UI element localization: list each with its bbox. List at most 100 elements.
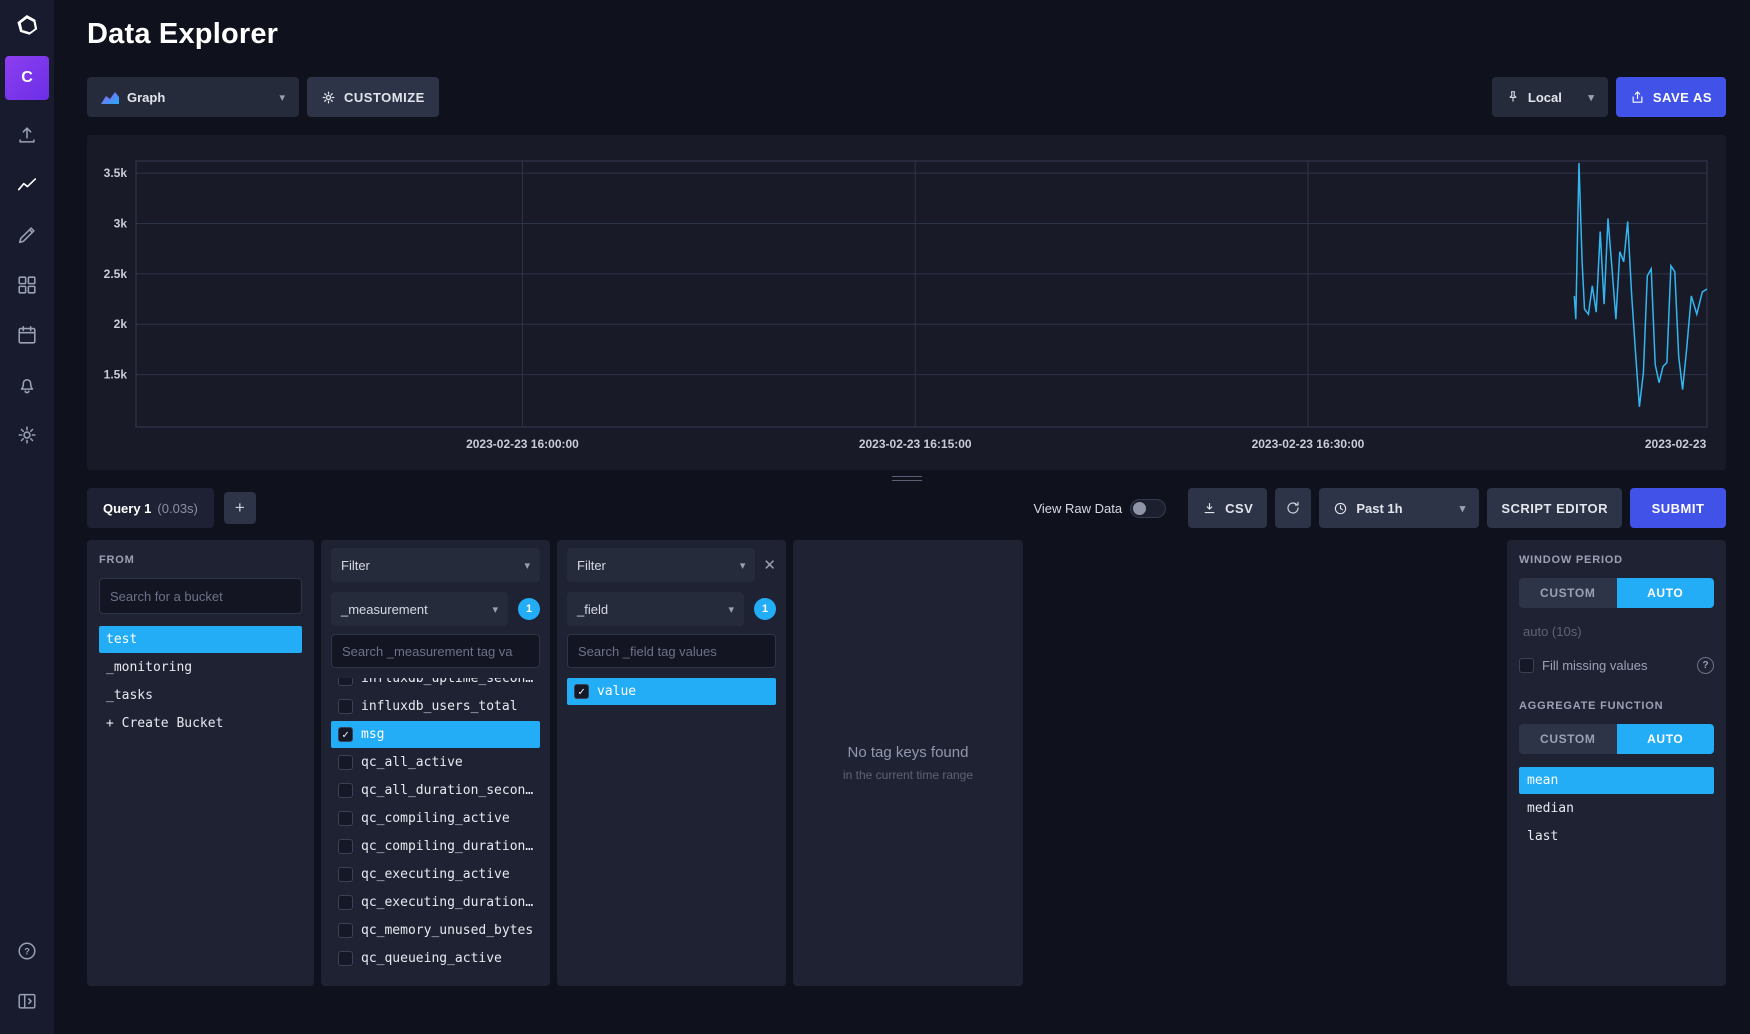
- csv-download-button[interactable]: CSV: [1188, 488, 1267, 528]
- alerts-bell-icon[interactable]: [0, 360, 54, 410]
- item-checkbox[interactable]: [574, 684, 589, 699]
- help-icon[interactable]: ?: [0, 926, 54, 976]
- window-custom-button[interactable]: CUSTOM: [1519, 578, 1617, 608]
- local-dropdown[interactable]: Local ▾: [1492, 77, 1608, 117]
- dashboards-icon[interactable]: [0, 260, 54, 310]
- chevron-down-icon: ▾: [492, 603, 498, 616]
- measurement-item[interactable]: influxdb_uptime_secon…: [331, 678, 540, 692]
- from-panel-title: FROM: [99, 554, 302, 566]
- measurement-item[interactable]: qc_all_duration_secon…: [331, 777, 540, 804]
- aggregate-function-item[interactable]: median: [1519, 795, 1714, 822]
- measurement-list: influxdb_uptime_secon… influxdb_users_tot…: [331, 678, 540, 978]
- item-checkbox[interactable]: [338, 895, 353, 910]
- bucket-search-input[interactable]: [99, 578, 302, 614]
- settings-gear-icon[interactable]: [0, 410, 54, 460]
- bucket-item[interactable]: _tasks: [99, 682, 302, 709]
- query-tab[interactable]: Query 1 (0.03s): [87, 488, 214, 528]
- refresh-button[interactable]: [1275, 488, 1311, 528]
- item-label: qc_queueing_active: [361, 951, 502, 966]
- aggregate-auto-button[interactable]: AUTO: [1617, 724, 1715, 754]
- item-label: last: [1527, 829, 1558, 844]
- chevron-down-icon: ▾: [524, 559, 530, 572]
- nav-sidebar: C ?: [0, 0, 54, 1034]
- measurement-search-input[interactable]: [331, 634, 540, 668]
- item-checkbox[interactable]: [338, 951, 353, 966]
- local-label: Local: [1528, 90, 1562, 105]
- csv-label: CSV: [1225, 501, 1253, 516]
- svg-text:2023-02-23 16:00:00: 2023-02-23 16:00:00: [466, 437, 579, 451]
- add-query-button[interactable]: +: [224, 492, 256, 524]
- field-search-input[interactable]: [567, 634, 776, 668]
- filter-type-dropdown[interactable]: Filter ▾: [331, 548, 540, 582]
- query-tab-label: Query 1: [103, 501, 151, 516]
- item-label: influxdb_users_total: [361, 699, 518, 714]
- script-editor-button[interactable]: SCRIPT EDITOR: [1487, 488, 1622, 528]
- filter-type-dropdown[interactable]: Filter ▾: [567, 548, 755, 582]
- download-icon: [1202, 501, 1217, 516]
- item-checkbox[interactable]: [338, 727, 353, 742]
- item-checkbox[interactable]: [338, 699, 353, 714]
- measurement-item[interactable]: qc_executing_duration…: [331, 889, 540, 916]
- measurement-item[interactable]: qc_compiling_active: [331, 805, 540, 832]
- view-type-dropdown[interactable]: Graph ▾: [87, 77, 299, 117]
- window-auto-button[interactable]: AUTO: [1617, 578, 1715, 608]
- time-series-chart[interactable]: 3.5k3k2.5k2k1.5k2023-02-23 16:00:002023-…: [87, 135, 1726, 470]
- upload-icon[interactable]: [0, 110, 54, 160]
- item-checkbox[interactable]: [338, 678, 353, 686]
- bucket-item[interactable]: test: [99, 626, 302, 653]
- visualization-toolbar: Graph ▾ CUSTOMIZE Local ▾ SAVE AS: [87, 77, 1726, 117]
- bucket-item[interactable]: _monitoring: [99, 654, 302, 681]
- measurement-item[interactable]: influxdb_users_total: [331, 693, 540, 720]
- svg-text:1.5k: 1.5k: [104, 368, 128, 382]
- collapse-sidebar-icon[interactable]: [0, 976, 54, 1026]
- measurement-item[interactable]: msg: [331, 721, 540, 748]
- panel-resize-handle[interactable]: [892, 476, 922, 481]
- tag-key-dropdown[interactable]: _field ▾: [567, 592, 744, 626]
- item-checkbox[interactable]: [338, 783, 353, 798]
- window-period-panel: WINDOW PERIOD CUSTOM AUTO auto (10s) Fil…: [1507, 540, 1726, 986]
- filter-type-label: Filter: [341, 558, 370, 573]
- measurement-item[interactable]: qc_memory_unused_bytes: [331, 917, 540, 944]
- selected-count-badge: 1: [518, 598, 540, 620]
- item-checkbox[interactable]: [338, 923, 353, 938]
- item-checkbox[interactable]: [338, 755, 353, 770]
- data-explorer-icon[interactable]: [0, 160, 54, 210]
- tasks-calendar-icon[interactable]: [0, 310, 54, 360]
- close-filter-icon[interactable]: ✕: [763, 558, 776, 573]
- save-as-button[interactable]: SAVE AS: [1616, 77, 1726, 117]
- measurement-item[interactable]: qc_queueing_active: [331, 945, 540, 972]
- item-checkbox[interactable]: [338, 811, 353, 826]
- tag-key-dropdown[interactable]: _measurement ▾: [331, 592, 508, 626]
- svg-text:?: ?: [24, 947, 30, 957]
- item-label: median: [1527, 801, 1574, 816]
- item-label: qc_all_duration_secon…: [361, 783, 533, 798]
- customize-button[interactable]: CUSTOMIZE: [307, 77, 439, 117]
- help-tooltip-icon[interactable]: ?: [1697, 657, 1714, 674]
- item-label: qc_executing_duration…: [361, 895, 533, 910]
- measurement-item[interactable]: qc_compiling_duration…: [331, 833, 540, 860]
- svg-text:2k: 2k: [114, 317, 128, 331]
- aggregate-function-item[interactable]: mean: [1519, 767, 1714, 794]
- tag-key-label: _measurement: [341, 602, 428, 617]
- view-raw-data-toggle[interactable]: [1130, 499, 1166, 518]
- main-content: Data Explorer Graph ▾ CUSTOMIZE Local ▾: [54, 0, 1750, 986]
- item-checkbox[interactable]: [338, 867, 353, 882]
- item-checkbox[interactable]: [338, 839, 353, 854]
- time-range-dropdown[interactable]: Past 1h ▾: [1319, 488, 1479, 528]
- measurement-item[interactable]: qc_executing_active: [331, 861, 540, 888]
- field-list: value: [567, 678, 776, 978]
- view-type-label: Graph: [127, 90, 165, 105]
- fill-missing-row[interactable]: Fill missing values ?: [1519, 657, 1714, 674]
- field-item[interactable]: value: [567, 678, 776, 705]
- submit-button[interactable]: SUBMIT: [1630, 488, 1726, 528]
- notebooks-icon[interactable]: [0, 210, 54, 260]
- bucket-item[interactable]: + Create Bucket: [99, 710, 302, 737]
- fill-missing-checkbox[interactable]: [1519, 658, 1534, 673]
- influxdb-logo-icon[interactable]: [0, 0, 54, 52]
- measurement-item[interactable]: qc_all_active: [331, 749, 540, 776]
- aggregate-custom-button[interactable]: CUSTOM: [1519, 724, 1617, 754]
- svg-text:2023-02-23: 2023-02-23: [1645, 437, 1707, 451]
- aggregate-function-item[interactable]: last: [1519, 823, 1714, 850]
- org-avatar[interactable]: C: [5, 56, 49, 100]
- tag-key-label: _field: [577, 602, 608, 617]
